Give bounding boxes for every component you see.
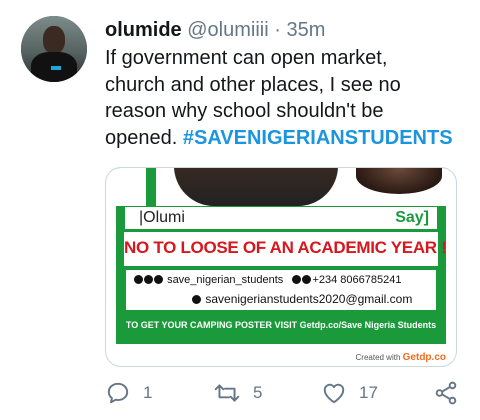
- poster-say: Say]: [395, 209, 429, 226]
- tweet-media[interactable]: |Olumi Say] NO TO LOOSE OF AN ACADEMIC Y…: [105, 167, 457, 367]
- avatar[interactable]: [21, 16, 87, 82]
- reply-count: 1: [143, 383, 153, 402]
- tweet-line: opened. #SAVENIGERIANSTUDENTS: [105, 125, 465, 152]
- instagram-icon: [134, 275, 143, 284]
- poster-social-handle: save_nigerian_students: [167, 274, 284, 286]
- reply-button[interactable]: 1: [105, 378, 152, 408]
- whatsapp-icon: [292, 275, 302, 284]
- tweet-line: church and other places, I see no: [105, 73, 401, 96]
- poster-photo-strip: [116, 168, 446, 206]
- poster-contact-box: save_nigerian_students +234 8066785241 s…: [126, 270, 436, 310]
- tweet-line: reason why school shouldn't be: [105, 100, 384, 122]
- facebook-icon: [154, 275, 163, 284]
- retweet-icon: [213, 380, 241, 406]
- separator: ·: [274, 19, 281, 41]
- poster-email: savenigerianstudents2020@gmail.com: [205, 292, 413, 306]
- like-icon: [321, 380, 347, 406]
- display-name[interactable]: olumide: [105, 19, 182, 41]
- retweet-button[interactable]: 5: [213, 378, 262, 408]
- created-with-brand: Getdp.co: [402, 352, 446, 363]
- poster-slogan: NO TO LOOSE OF AN ACADEMIC YEAR !: [124, 238, 447, 257]
- tweet-header: olumide @olumiiii · 35m: [105, 18, 325, 42]
- like-button[interactable]: 17: [321, 378, 378, 408]
- share-button[interactable]: [433, 378, 459, 408]
- twitter-icon: [144, 275, 153, 284]
- timestamp[interactable]: 35m: [286, 19, 325, 41]
- poster-camping-line: TO GET YOUR CAMPING POSTER VISIT Getdp.c…: [125, 320, 437, 330]
- tweet-actions: 1 5 17: [105, 378, 465, 408]
- campaign-poster: |Olumi Say] NO TO LOOSE OF AN ACADEMIC Y…: [116, 168, 447, 344]
- tweet-text: If government can open market, church an…: [105, 45, 465, 151]
- user-handle[interactable]: @olumiiii: [187, 19, 268, 41]
- like-count: 17: [359, 383, 378, 402]
- tweet-line: If government can open market,: [105, 47, 388, 69]
- created-with-label: Created with: [355, 353, 401, 362]
- person-photo-right: [356, 168, 442, 194]
- poster-slogan-box: NO TO LOOSE OF AN ACADEMIC YEAR !: [124, 232, 447, 266]
- retweet-count: 5: [253, 383, 263, 402]
- poster-email-row: savenigerianstudents2020@gmail.com: [192, 292, 412, 306]
- poster-contact-row: save_nigerian_students +234 8066785241: [134, 274, 401, 286]
- person-photo: [174, 168, 338, 206]
- hashtag-link[interactable]: #SAVENIGERIANSTUDENTS: [183, 127, 453, 149]
- phone-icon: [302, 275, 312, 284]
- tweet-line-text: opened.: [105, 126, 178, 149]
- created-with-badge: Created with Getdp.co: [356, 352, 447, 363]
- share-icon: [433, 380, 459, 406]
- reply-icon: [105, 380, 131, 406]
- email-icon: [192, 295, 201, 304]
- poster-name: |Olumi: [139, 209, 185, 226]
- poster-name-box: |Olumi Say]: [124, 206, 438, 230]
- poster-phone: +234 8066785241: [312, 274, 402, 286]
